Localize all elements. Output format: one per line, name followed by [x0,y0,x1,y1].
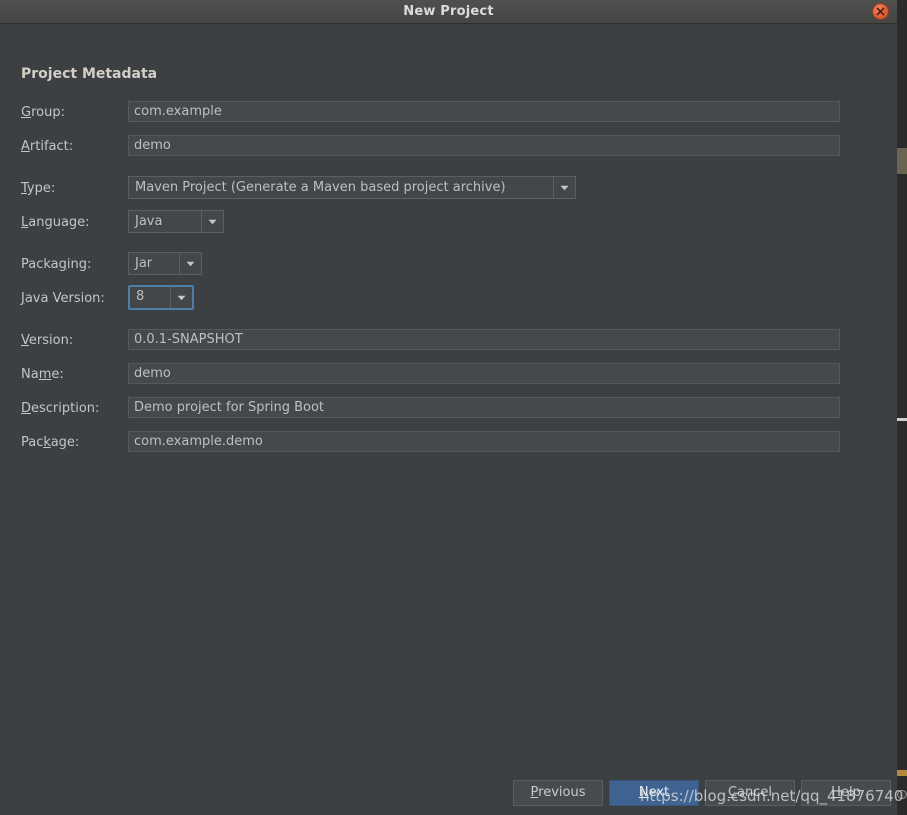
background-segment-circle [897,790,907,799]
chevron-down-icon[interactable] [553,177,575,198]
language-label: Language: [21,215,90,230]
java-version-dropdown[interactable]: 8 [128,285,194,310]
dialog-content: Project Metadata Group: Artifact: Type: … [0,24,897,815]
version-label: Version: [21,333,74,348]
chevron-down-icon[interactable] [201,211,223,232]
new-project-dialog: New Project Project Metadata Group: Arti… [0,0,897,815]
type-label: Type: [21,181,56,196]
previous-button[interactable]: Previous [513,780,603,806]
group-input[interactable] [128,101,840,122]
packaging-dropdown[interactable]: Jar [128,252,202,275]
group-label: Group: [21,105,65,120]
dialog-titlebar: New Project [0,0,897,24]
background-window-strip [897,0,907,815]
close-icon[interactable] [872,3,889,20]
description-label: Description: [21,401,100,416]
description-input[interactable] [128,397,840,418]
help-button[interactable]: Help [801,780,891,806]
language-dropdown-value: Java [135,214,163,229]
artifact-label: Artifact: [21,139,74,154]
version-input[interactable] [128,329,840,350]
name-label: Name: [21,367,64,382]
artifact-input[interactable] [128,135,840,156]
java-version-dropdown-value: 8 [136,289,145,304]
chevron-down-icon[interactable] [179,253,201,274]
java-version-label: Java Version: [21,291,105,306]
dialog-button-row: Previous Next Cancel Help [0,780,897,808]
type-dropdown[interactable]: Maven Project (Generate a Maven based pr… [128,176,576,199]
background-segment-highlight [897,148,907,174]
packaging-label: Packaging: [21,257,92,272]
package-label: Package: [21,435,80,450]
package-input[interactable] [128,431,840,452]
next-button[interactable]: Next [609,780,699,806]
dialog-title: New Project [403,4,494,19]
language-dropdown[interactable]: Java [128,210,224,233]
chevron-down-icon[interactable] [170,287,192,308]
name-input[interactable] [128,363,840,384]
cancel-button[interactable]: Cancel [705,780,795,806]
background-segment-divider [897,418,907,421]
type-dropdown-value: Maven Project (Generate a Maven based pr… [135,180,506,195]
page-title: Project Metadata [21,66,158,82]
packaging-dropdown-value: Jar [135,256,153,271]
background-segment-accent [897,770,907,776]
